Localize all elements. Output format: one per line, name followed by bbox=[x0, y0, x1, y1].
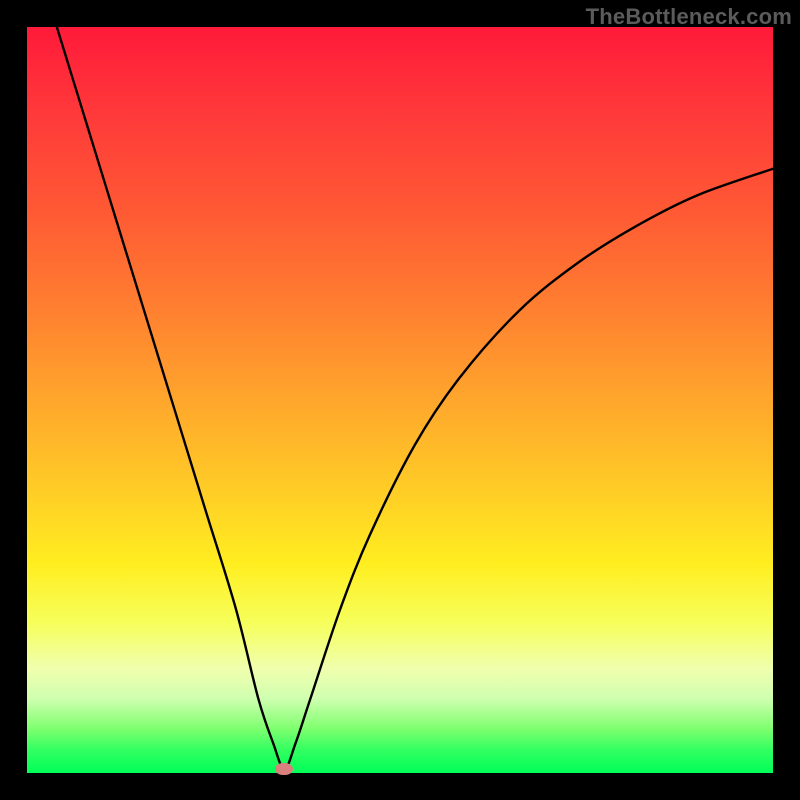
plot-area bbox=[27, 27, 773, 773]
curve-svg bbox=[27, 27, 773, 773]
chart-frame: TheBottleneck.com bbox=[0, 0, 800, 800]
watermark-text: TheBottleneck.com bbox=[586, 4, 792, 30]
minimum-marker bbox=[275, 763, 293, 775]
bottleneck-curve bbox=[57, 27, 773, 769]
